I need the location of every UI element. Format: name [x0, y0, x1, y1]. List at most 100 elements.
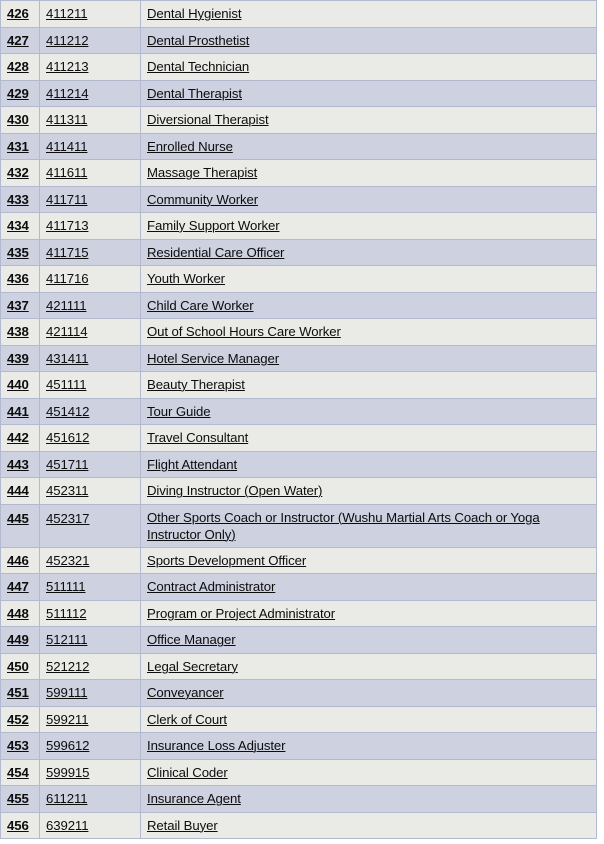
occupation-title-cell[interactable]: Legal Secretary	[140, 653, 597, 680]
table-row[interactable]: 452 599211 Clerk of Court	[0, 706, 597, 733]
anzsco-code-cell[interactable]: 411211	[39, 0, 141, 28]
anzsco-code-cell[interactable]: 452317	[39, 504, 141, 548]
anzsco-code-cell[interactable]: 512111	[39, 626, 141, 654]
table-row[interactable]: 453 599612 Insurance Loss Adjuster	[0, 732, 597, 760]
anzsco-code-cell[interactable]: 599111	[39, 679, 141, 707]
occupation-title-cell[interactable]: Office Manager	[140, 626, 597, 654]
anzsco-code-cell[interactable]: 411311	[39, 106, 141, 134]
occupation-title-cell[interactable]: Beauty Therapist	[140, 371, 597, 399]
table-row[interactable]: 429 411214 Dental Therapist	[0, 80, 597, 107]
row-index-text: 428	[7, 59, 29, 75]
anzsco-code-cell[interactable]: 411711	[39, 186, 141, 213]
anzsco-code-cell[interactable]: 599612	[39, 732, 141, 760]
occupation-title-cell[interactable]: Youth Worker	[140, 265, 597, 293]
table-row[interactable]: 454 599915 Clinical Coder	[0, 759, 597, 786]
table-row[interactable]: 447 511111 Contract Administrator	[0, 573, 597, 601]
anzsco-code-cell[interactable]: 411411	[39, 133, 141, 160]
occupation-title-cell[interactable]: Out of School Hours Care Worker	[140, 318, 597, 346]
anzsco-code-cell[interactable]: 451412	[39, 398, 141, 425]
occupation-title-cell[interactable]: Child Care Worker	[140, 292, 597, 319]
occupation-title-cell[interactable]: Insurance Loss Adjuster	[140, 732, 597, 760]
occupation-title-text: Contract Administrator	[147, 579, 276, 595]
occupation-title-cell[interactable]: Conveyancer	[140, 679, 597, 707]
row-index-cell: 455	[0, 785, 40, 813]
anzsco-code-cell[interactable]: 421111	[39, 292, 141, 319]
table-row[interactable]: 444 452311 Diving Instructor (Open Water)	[0, 477, 597, 505]
occupation-title-cell[interactable]: Family Support Worker	[140, 212, 597, 240]
table-row[interactable]: 431 411411 Enrolled Nurse	[0, 133, 597, 160]
anzsco-code-cell[interactable]: 411715	[39, 239, 141, 266]
occupation-title-cell[interactable]: Community Worker	[140, 186, 597, 213]
anzsco-code-cell[interactable]: 452311	[39, 477, 141, 505]
table-row[interactable]: 449 512111 Office Manager	[0, 626, 597, 654]
anzsco-code-cell[interactable]: 511112	[39, 600, 141, 627]
row-index-text: 447	[7, 579, 29, 595]
table-row[interactable]: 440 451111 Beauty Therapist	[0, 371, 597, 399]
anzsco-code-cell[interactable]: 411611	[39, 159, 141, 187]
anzsco-code-cell[interactable]: 452321	[39, 547, 141, 574]
occupation-title-cell[interactable]: Program or Project Administrator	[140, 600, 597, 627]
table-row[interactable]: 456 639211 Retail Buyer	[0, 812, 597, 839]
occupation-title-cell[interactable]: Insurance Agent	[140, 785, 597, 813]
table-row[interactable]: 426 411211 Dental Hygienist	[0, 0, 597, 28]
table-row[interactable]: 430 411311 Diversional Therapist	[0, 106, 597, 134]
anzsco-code-cell[interactable]: 411213	[39, 53, 141, 81]
occupation-title-text: Enrolled Nurse	[147, 138, 233, 154]
occupation-title-cell[interactable]: Dental Technician	[140, 53, 597, 81]
table-row[interactable]: 428 411213 Dental Technician	[0, 53, 597, 81]
anzsco-code-cell[interactable]: 511111	[39, 573, 141, 601]
table-row[interactable]: 451 599111 Conveyancer	[0, 679, 597, 707]
row-index-text: 427	[7, 32, 29, 48]
table-row[interactable]: 445 452317 Other Sports Coach or Instructo…	[0, 504, 597, 548]
occupation-title-cell[interactable]: Hotel Service Manager	[140, 345, 597, 372]
table-row[interactable]: 439 431411 Hotel Service Manager	[0, 345, 597, 372]
anzsco-code-cell[interactable]: 611211	[39, 785, 141, 813]
table-row[interactable]: 437 421111 Child Care Worker	[0, 292, 597, 319]
anzsco-code-cell[interactable]: 411214	[39, 80, 141, 107]
table-row[interactable]: 434 411713 Family Support Worker	[0, 212, 597, 240]
table-row[interactable]: 443 451711 Flight Attendant	[0, 451, 597, 478]
occupation-title-cell[interactable]: Flight Attendant	[140, 451, 597, 478]
occupation-title-cell[interactable]: Sports Development Officer	[140, 547, 597, 574]
table-row[interactable]: 438 421114 Out of School Hours Care Worker	[0, 318, 597, 346]
occupation-title-cell[interactable]: Enrolled Nurse	[140, 133, 597, 160]
occupation-title-cell[interactable]: Clinical Coder	[140, 759, 597, 786]
table-row[interactable]: 433 411711 Community Worker	[0, 186, 597, 213]
table-row[interactable]: 427 411212 Dental Prosthetist	[0, 27, 597, 54]
occupation-title-cell[interactable]: Clerk of Court	[140, 706, 597, 733]
occupation-title-cell[interactable]: Dental Therapist	[140, 80, 597, 107]
table-row[interactable]: 448 511112 Program or Project Administrato…	[0, 600, 597, 627]
table-row[interactable]: 441 451412 Tour Guide	[0, 398, 597, 425]
table-row[interactable]: 432 411611 Massage Therapist	[0, 159, 597, 187]
anzsco-code-cell[interactable]: 411716	[39, 265, 141, 293]
occupation-title-cell[interactable]: Diving Instructor (Open Water)	[140, 477, 597, 505]
anzsco-code-cell[interactable]: 521212	[39, 653, 141, 680]
anzsco-code-cell[interactable]: 451612	[39, 424, 141, 452]
table-row[interactable]: 450 521212 Legal Secretary	[0, 653, 597, 680]
occupation-title-cell[interactable]: Dental Prosthetist	[140, 27, 597, 54]
occupation-title-cell[interactable]: Residential Care Officer	[140, 239, 597, 266]
anzsco-code-cell[interactable]: 599211	[39, 706, 141, 733]
anzsco-code-cell[interactable]: 421114	[39, 318, 141, 346]
anzsco-code-cell[interactable]: 411713	[39, 212, 141, 240]
occupation-title-cell[interactable]: Massage Therapist	[140, 159, 597, 187]
anzsco-code-cell[interactable]: 431411	[39, 345, 141, 372]
table-row[interactable]: 436 411716 Youth Worker	[0, 265, 597, 293]
occupation-title-cell[interactable]: Diversional Therapist	[140, 106, 597, 134]
anzsco-code-cell[interactable]: 599915	[39, 759, 141, 786]
anzsco-code-cell[interactable]: 639211	[39, 812, 141, 839]
anzsco-code-cell[interactable]: 451111	[39, 371, 141, 399]
occupation-title-cell[interactable]: Retail Buyer	[140, 812, 597, 839]
occupation-title-cell[interactable]: Other Sports Coach or Instructor (Wushu …	[140, 504, 597, 548]
occupation-title-cell[interactable]: Contract Administrator	[140, 573, 597, 601]
table-row[interactable]: 435 411715 Residential Care Officer	[0, 239, 597, 266]
table-row[interactable]: 442 451612 Travel Consultant	[0, 424, 597, 452]
anzsco-code-cell[interactable]: 451711	[39, 451, 141, 478]
table-row[interactable]: 446 452321 Sports Development Officer	[0, 547, 597, 574]
occupation-title-cell[interactable]: Dental Hygienist	[140, 0, 597, 28]
row-index-text: 445	[7, 510, 29, 526]
occupation-title-cell[interactable]: Travel Consultant	[140, 424, 597, 452]
anzsco-code-cell[interactable]: 411212	[39, 27, 141, 54]
table-row[interactable]: 455 611211 Insurance Agent	[0, 785, 597, 813]
occupation-title-cell[interactable]: Tour Guide	[140, 398, 597, 425]
